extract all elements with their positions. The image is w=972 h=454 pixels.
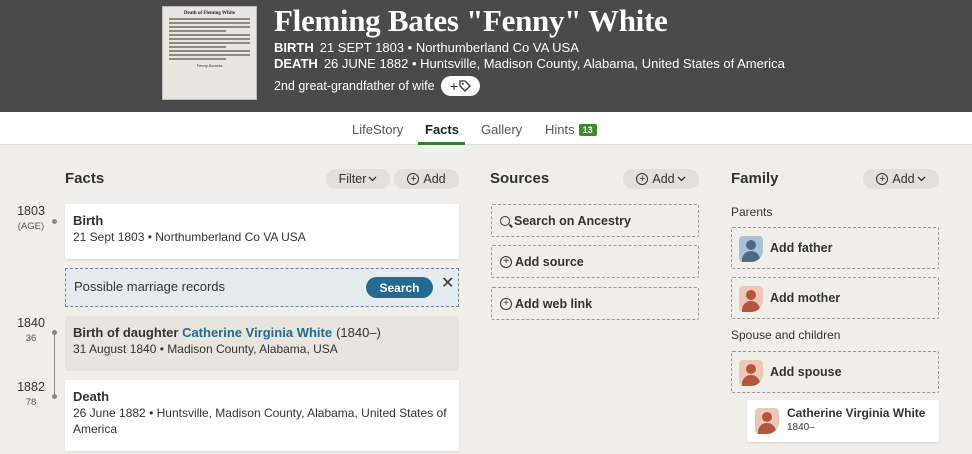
add-circle-icon: + [876, 173, 889, 185]
person-header: Death of Fleming White Fenny Bounds Flem… [0, 0, 972, 112]
add-fact-label: Add [423, 172, 446, 186]
add-source-label: Add source [515, 254, 584, 269]
add-source-menu-button[interactable]: + Add [623, 169, 699, 189]
filter-label: Filter [338, 172, 367, 186]
daughter-link[interactable]: Catherine Virginia White [182, 325, 332, 340]
birth-age: (AGE) [17, 221, 45, 232]
death-value: 26 JUNE 1882 • Huntsville, Madison Count… [323, 56, 785, 71]
add-web-link-button[interactable]: + Add web link [491, 287, 699, 320]
search-ancestry-button[interactable]: Search on Ancestry [491, 204, 699, 237]
parents-label: Parents [731, 205, 773, 219]
tab-hints-label: Hints [545, 122, 575, 137]
add-family-menu-label: Add [892, 172, 915, 186]
active-tab-indicator [418, 142, 465, 145]
fact-card-daughter-birth[interactable]: Birth of daughter Catherine Virginia Whi… [65, 316, 459, 371]
filter-button[interactable]: Filter [326, 169, 390, 189]
daughter-year: 1840 [17, 316, 45, 330]
fact-card-birth[interactable]: Birth 21 Sept 1803 • Northumberland Co V… [65, 204, 459, 259]
birth-label: BIRTH [274, 40, 314, 55]
add-web-link-label: Add web link [515, 296, 593, 311]
daughter-range: (1840–) [336, 325, 381, 340]
marriage-hint-box: Possible marriage records Search ✕ [65, 268, 459, 307]
birth-year: 1803 [17, 204, 45, 218]
female-avatar-icon [739, 286, 763, 312]
fact-detail: 21 Sept 1803 • Northumberland Co VA USA [73, 230, 306, 244]
search-ancestry-label: Search on Ancestry [514, 213, 631, 228]
add-source-menu-label: Add [652, 172, 675, 186]
add-spouse-label: Add spouse [770, 365, 842, 379]
timeline-line [54, 332, 55, 394]
add-father-label: Add father [770, 241, 833, 255]
plus-icon: + [449, 78, 459, 94]
fact-prefix: Birth of daughter [73, 325, 179, 340]
add-circle-icon: + [407, 173, 420, 185]
person-name: Fleming Bates "Fenny" White [274, 3, 668, 38]
tab-bar: LifeStory Facts Gallery Hints 13 [0, 112, 972, 145]
relationship-text: 2nd great-grandfather of wife [274, 79, 435, 93]
hints-count-badge: 13 [578, 124, 597, 136]
fact-detail: 26 June 1882 • Huntsville, Madison Count… [73, 406, 447, 436]
chevron-down-icon [677, 176, 686, 182]
fact-title: Death [73, 389, 110, 404]
tab-gallery[interactable]: Gallery [481, 122, 522, 137]
fact-title: Birth [73, 213, 104, 228]
child-card[interactable]: Catherine Virginia White 1840– [747, 400, 939, 442]
fact-detail: 31 August 1840 • Madison County, Alabama… [73, 342, 338, 356]
death-age: 78 [25, 397, 37, 408]
add-fact-button[interactable]: + Add [394, 169, 459, 189]
female-avatar-icon [755, 408, 779, 434]
thumbnail-title: Death of Fleming White [183, 11, 236, 16]
header-death: DEATH 26 JUNE 1882 • Huntsville, Madison … [274, 56, 785, 71]
tag-icon [459, 80, 472, 92]
marriage-hint-text: Possible marriage records [74, 279, 226, 294]
thumbnail-signature: Fenny Bounds [196, 63, 223, 68]
add-mother-label: Add mother [770, 291, 841, 305]
child-name: Catherine Virginia White [787, 406, 926, 420]
search-icon [500, 215, 510, 226]
tab-lifestory[interactable]: LifeStory [352, 122, 403, 137]
tab-facts[interactable]: Facts [425, 122, 459, 137]
add-source-button[interactable]: + Add source [491, 245, 699, 278]
daughter-age: 36 [25, 333, 37, 344]
male-avatar-icon [739, 236, 763, 262]
chevron-down-icon [917, 176, 926, 182]
family-heading: Family [731, 170, 779, 187]
add-tag-button[interactable]: + [441, 76, 480, 96]
birth-value: 21 SEPT 1803 • Northumberland Co VA USA [319, 40, 579, 55]
timeline-dot [52, 394, 57, 399]
add-mother-button[interactable]: Add mother [731, 277, 939, 319]
obituary-thumbnail[interactable]: Death of Fleming White Fenny Bounds [162, 6, 257, 100]
header-birth: BIRTH 21 SEPT 1803 • Northumberland Co VA… [274, 40, 579, 55]
add-family-menu-button[interactable]: + Add [863, 169, 939, 189]
death-label: DEATH [274, 56, 318, 71]
facts-heading: Facts [65, 170, 105, 187]
add-circle-icon: + [500, 297, 512, 310]
death-year: 1882 [17, 380, 45, 394]
fact-card-death[interactable]: Death 26 June 1882 • Huntsville, Madison… [65, 380, 459, 451]
spouse-children-label: Spouse and children [731, 328, 841, 342]
search-marriage-button[interactable]: Search [366, 277, 433, 298]
tab-hints[interactable]: Hints 13 [545, 122, 597, 137]
timeline-dot [52, 219, 57, 224]
add-spouse-button[interactable]: Add spouse [731, 351, 939, 393]
fact-title: Birth of daughter Catherine Virginia Whi… [73, 325, 381, 340]
add-circle-icon: + [636, 173, 649, 185]
chevron-down-icon [368, 176, 377, 182]
close-icon[interactable]: ✕ [441, 273, 454, 293]
add-circle-icon: + [500, 255, 512, 268]
child-lifespan: 1840– [787, 422, 815, 433]
female-avatar-icon [739, 360, 763, 386]
sources-heading: Sources [490, 170, 550, 187]
add-father-button[interactable]: Add father [731, 227, 939, 269]
